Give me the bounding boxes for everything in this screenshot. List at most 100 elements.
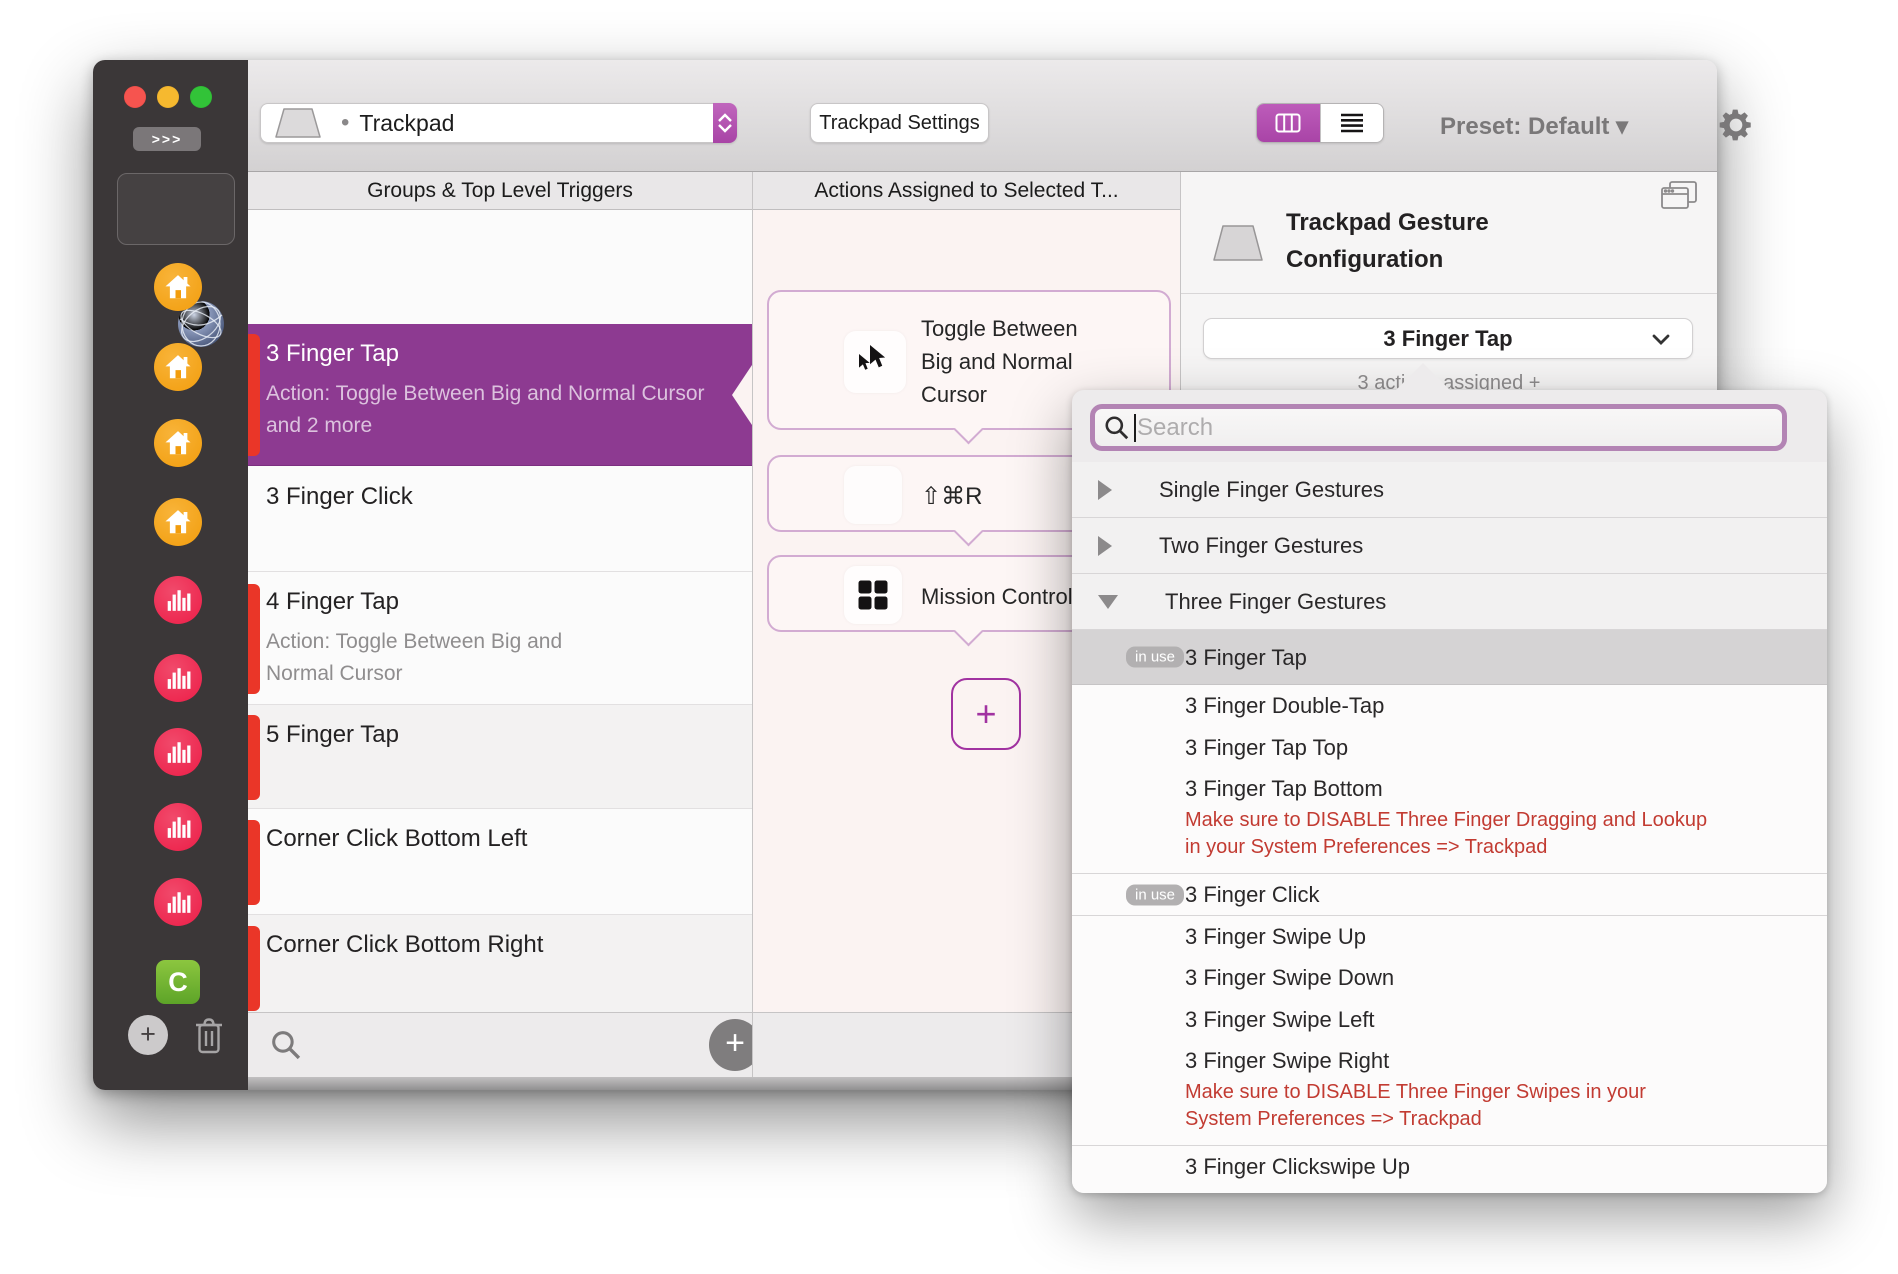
category-three-finger[interactable]: Three Finger Gestures [1072,574,1827,630]
category-label: Single Finger Gestures [1159,477,1384,503]
trigger-row-corner-click-bottom-right[interactable]: Corner Click Bottom Right [248,915,752,1020]
gesture-label: 3 Finger Click [1185,882,1319,907]
home-icon [163,428,193,458]
in-use-badge: in use [1126,647,1184,668]
gesture-label: 3 Finger Clickswipe Up [1185,1154,1410,1179]
trigger-title: 4 Finger Tap [266,588,740,616]
bar-chart-icon [165,587,191,613]
gesture-label: 3 Finger Swipe Up [1185,924,1366,949]
minimize-window-button[interactable] [157,86,179,108]
device-select-field: • Trackpad [260,103,713,143]
action-card-label: Mission Control [921,580,1073,613]
gesture-warning-note: Make sure to DISABLE Three Finger Draggi… [1072,807,1772,873]
search-input[interactable]: Search [1090,404,1787,451]
trigger-title: 3 Finger Click [266,483,740,511]
gesture-item-3-finger-swipe-up[interactable]: 3 Finger Swipe Up [1072,915,1827,957]
gear-icon[interactable] [1717,106,1755,144]
view-toggle [1256,103,1384,143]
category-label: Three Finger Gestures [1165,589,1386,615]
gesture-label: 3 Finger Double-Tap [1185,693,1384,718]
search-placeholder: Search [1137,414,1213,442]
list-view-button[interactable] [1320,104,1384,142]
columns-view-button[interactable] [1257,104,1320,142]
sidebar-item-home-4[interactable] [154,498,202,546]
device-select-stepper[interactable] [713,103,737,143]
config-title: Trackpad Gesture Configuration [1286,204,1526,278]
add-item-button[interactable]: + [709,1019,752,1071]
sidebar-item-chart-4[interactable] [154,803,202,851]
card-connector-notch [954,617,984,647]
camtasia-icon: C [168,967,188,998]
gesture-item-3-finger-swipe-left[interactable]: 3 Finger Swipe Left [1072,999,1827,1041]
add-action-button[interactable]: + [951,678,1021,750]
home-icon [163,352,193,382]
disclosure-right-icon[interactable] [1098,536,1112,556]
category-single-finger[interactable]: Single Finger Gestures [1072,462,1827,518]
chevron-down-icon [1652,334,1670,346]
gesture-item-3-finger-tap-top[interactable]: 3 Finger Tap Top [1072,727,1827,769]
trigger-row-3-finger-click[interactable]: 3 Finger Click [248,467,752,572]
screenshot-root: >>> [0,0,1898,1274]
triggers-column-toolbar: + [248,1012,752,1077]
gesture-item-3-finger-tap-bottom[interactable]: 3 Finger Tap Bottom [1072,769,1827,807]
sidebar-item-global-selected[interactable] [117,173,235,245]
actions-column-header: Actions Assigned to Selected T... [753,172,1180,210]
bar-chart-icon [165,665,191,691]
triggers-column: Groups & Top Level Triggers 3 Finger Tap… [248,172,752,1077]
sidebar-add-app-button[interactable]: + [128,1015,168,1055]
sidebar-item-camtasia[interactable]: C [156,960,200,1004]
sidebar-item-chart-3[interactable] [154,728,202,776]
trigger-row-3-finger-tap[interactable]: 3 Finger Tap Action: Toggle Between Big … [248,324,752,466]
gesture-item-3-finger-tap[interactable]: in use 3 Finger Tap [1072,630,1827,685]
device-select-value: Trackpad [359,110,454,137]
trigger-title: 5 Finger Tap [266,721,740,749]
triggers-column-header: Groups & Top Level Triggers [248,172,752,210]
trigger-row-corner-click-bottom-left[interactable]: Corner Click Bottom Left [248,809,752,915]
trigger-row-4-finger-tap[interactable]: 4 Finger Tap Action: Toggle Between Big … [248,572,752,705]
gesture-picker-popover: Search Single Finger Gestures Two Finger… [1072,390,1827,1193]
list-view-icon [1339,112,1365,134]
zoom-window-button[interactable] [190,86,212,108]
gesture-item-3-finger-click[interactable]: in use 3 Finger Click [1072,873,1827,915]
gesture-select-value: 3 Finger Tap [1383,326,1512,352]
disclosure-right-icon[interactable] [1098,480,1112,500]
columns-view-icon [1275,113,1301,133]
home-icon [163,507,193,537]
gesture-item-3-finger-swipe-right[interactable]: 3 Finger Swipe Right [1072,1041,1827,1079]
sidebar-trash-icon[interactable] [194,1017,224,1055]
gesture-item-3-finger-double-tap[interactable]: 3 Finger Double-Tap [1072,685,1827,727]
sidebar-expand-button[interactable]: >>> [133,127,201,151]
gesture-label: 3 Finger Tap [1185,645,1307,670]
sidebar-item-home-2[interactable] [154,343,202,391]
close-window-button[interactable] [124,86,146,108]
divider [1181,293,1717,294]
trigger-flag [248,584,260,694]
gesture-select[interactable]: 3 Finger Tap [1203,318,1693,359]
category-two-finger[interactable]: Two Finger Gestures [1072,518,1827,574]
window-toolbar: • Trackpad Trackpad Settings [248,60,1717,172]
sidebar-item-chart-1[interactable] [154,576,202,624]
panels-icon[interactable] [1659,180,1699,214]
gesture-item-3-finger-clickswipe-up[interactable]: 3 Finger Clickswipe Up [1072,1145,1827,1187]
gesture-label: 3 Finger Swipe Left [1185,1007,1375,1032]
home-icon [163,272,193,302]
gesture-label: 3 Finger Tap Top [1185,735,1348,760]
trigger-title: Corner Click Bottom Left [266,825,740,853]
trigger-subtitle: Action: Toggle Between Big and Normal Cu… [266,626,601,690]
disclosure-down-icon[interactable] [1098,595,1118,609]
trigger-row-5-finger-tap[interactable]: 5 Finger Tap [248,705,752,809]
trackpad-icon [1211,224,1265,262]
selection-pointer-notch [732,365,752,425]
sidebar-item-chart-5[interactable] [154,878,202,926]
preset-menu[interactable]: Preset: Default ▾ [1440,112,1628,141]
gesture-warning-note: Make sure to DISABLE Three Finger Swipes… [1072,1079,1772,1145]
bar-chart-icon [165,814,191,840]
device-select[interactable]: • Trackpad [260,103,737,143]
action-card-label: ⇧⌘R [921,480,982,513]
sidebar-item-home-3[interactable] [154,419,202,467]
sidebar-item-chart-2[interactable] [154,654,202,702]
search-icon[interactable] [270,1029,302,1061]
gesture-item-3-finger-swipe-down[interactable]: 3 Finger Swipe Down [1072,957,1827,999]
trackpad-settings-button[interactable]: Trackpad Settings [810,103,989,143]
sidebar-item-home-1[interactable] [154,263,202,311]
